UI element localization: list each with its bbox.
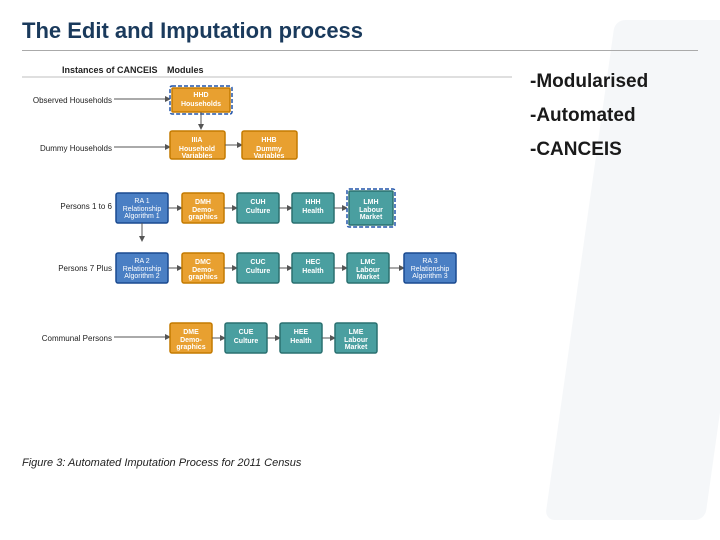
box-lme-label2: Labour [344,337,368,344]
diagram-area: Instances of CANCEIS Modules Observed Ho… [22,61,698,469]
box-hhh-label1: HHH [305,199,320,206]
row-label-persons16: Persons 1 to 6 [60,202,112,211]
box-ra1-label1: RA 1 [134,198,149,205]
box-dme-label3: graphics [176,344,205,351]
col-header-modules: Modules [167,65,204,75]
box-dmc-label2: Demo- [192,267,214,274]
box-cuc-label2: Culture [246,268,271,275]
box-ra1-label3: Algorithm 1 [124,213,160,220]
diagram-svg: Instances of CANCEIS Modules Observed Ho… [22,61,512,451]
box-cuh-label2: Culture [246,208,271,215]
box-hhd-label2: Households [181,101,221,108]
box-dmh-label1: DMH [195,199,211,206]
right-label-automated: -Automated [530,105,698,127]
box-dmc-label1: DMC [195,259,211,266]
page-title: The Edit and Imputation process [22,18,698,44]
box-dmh-label2: Demo- [192,207,214,214]
box-cuc-label1: CUC [250,259,265,266]
box-hhb-label2: Dummy [256,146,282,153]
box-ra3-label3: Algorithm 3 [412,273,448,280]
box-iiia-label2: Household [179,146,215,153]
box-lmh-label3: Market [360,214,383,221]
box-lmc-label2: Labour [356,267,380,274]
box-hhb-label3: Variables [254,153,285,160]
row-label-communal: Communal Persons [42,334,112,343]
box-lmh-label1: LMH [363,199,378,206]
box-hee-label2: Health [290,338,311,345]
page-content: The Edit and Imputation process Instance… [0,0,720,479]
box-dmh-label3: graphics [188,214,217,221]
row-label-dummy: Dummy Households [40,144,112,153]
box-ra3-label1: RA 3 [422,258,437,265]
box-dme-label1: DME [183,329,199,336]
box-ra3-label2: Relationship [411,266,450,273]
box-iiia-label1: IIIA [192,137,203,144]
box-dmc-label3: graphics [188,274,217,281]
box-hhh-label2: Health [302,208,323,215]
box-hee-label1: HEE [294,329,309,336]
divider [22,50,698,51]
box-cue-label1: CUE [239,329,254,336]
row-label-persons7: Persons 7 Plus [58,264,112,273]
box-hhb-label1: HHB [261,137,276,144]
box-lmc-label1: LMC [360,259,375,266]
box-cuh-label1: CUH [250,199,265,206]
box-hec-label2: Health [302,268,323,275]
figure-caption: Figure 3: Automated Imputation Process f… [22,457,512,469]
col-header-instances: Instances of CANCEIS [62,65,158,75]
box-ra1-label2: Relationship [123,206,162,213]
box-cue-label2: Culture [234,338,259,345]
box-iiia-label3: Variables [182,153,213,160]
box-ra2-label2: Relationship [123,266,162,273]
box-dme-label2: Demo- [180,337,202,344]
box-hec-label1: HEC [306,259,321,266]
box-ra2-label1: RA 2 [134,258,149,265]
diagram-left: Instances of CANCEIS Modules Observed Ho… [22,61,512,469]
box-lmh-label2: Labour [359,207,383,214]
right-label-modularised: -Modularised [530,71,698,93]
right-label-canceis: -CANCEIS [530,139,698,161]
box-lme-label3: Market [345,344,368,351]
row-label-observed: Observed Households [33,96,112,105]
box-lmc-label3: Market [357,274,380,281]
box-ra2-label3: Algorithm 2 [124,273,160,280]
diagram-right: -Modularised -Automated -CANCEIS [512,61,698,469]
box-lme-label1: LME [349,329,364,336]
box-hhd-label1: HHD [193,92,208,99]
